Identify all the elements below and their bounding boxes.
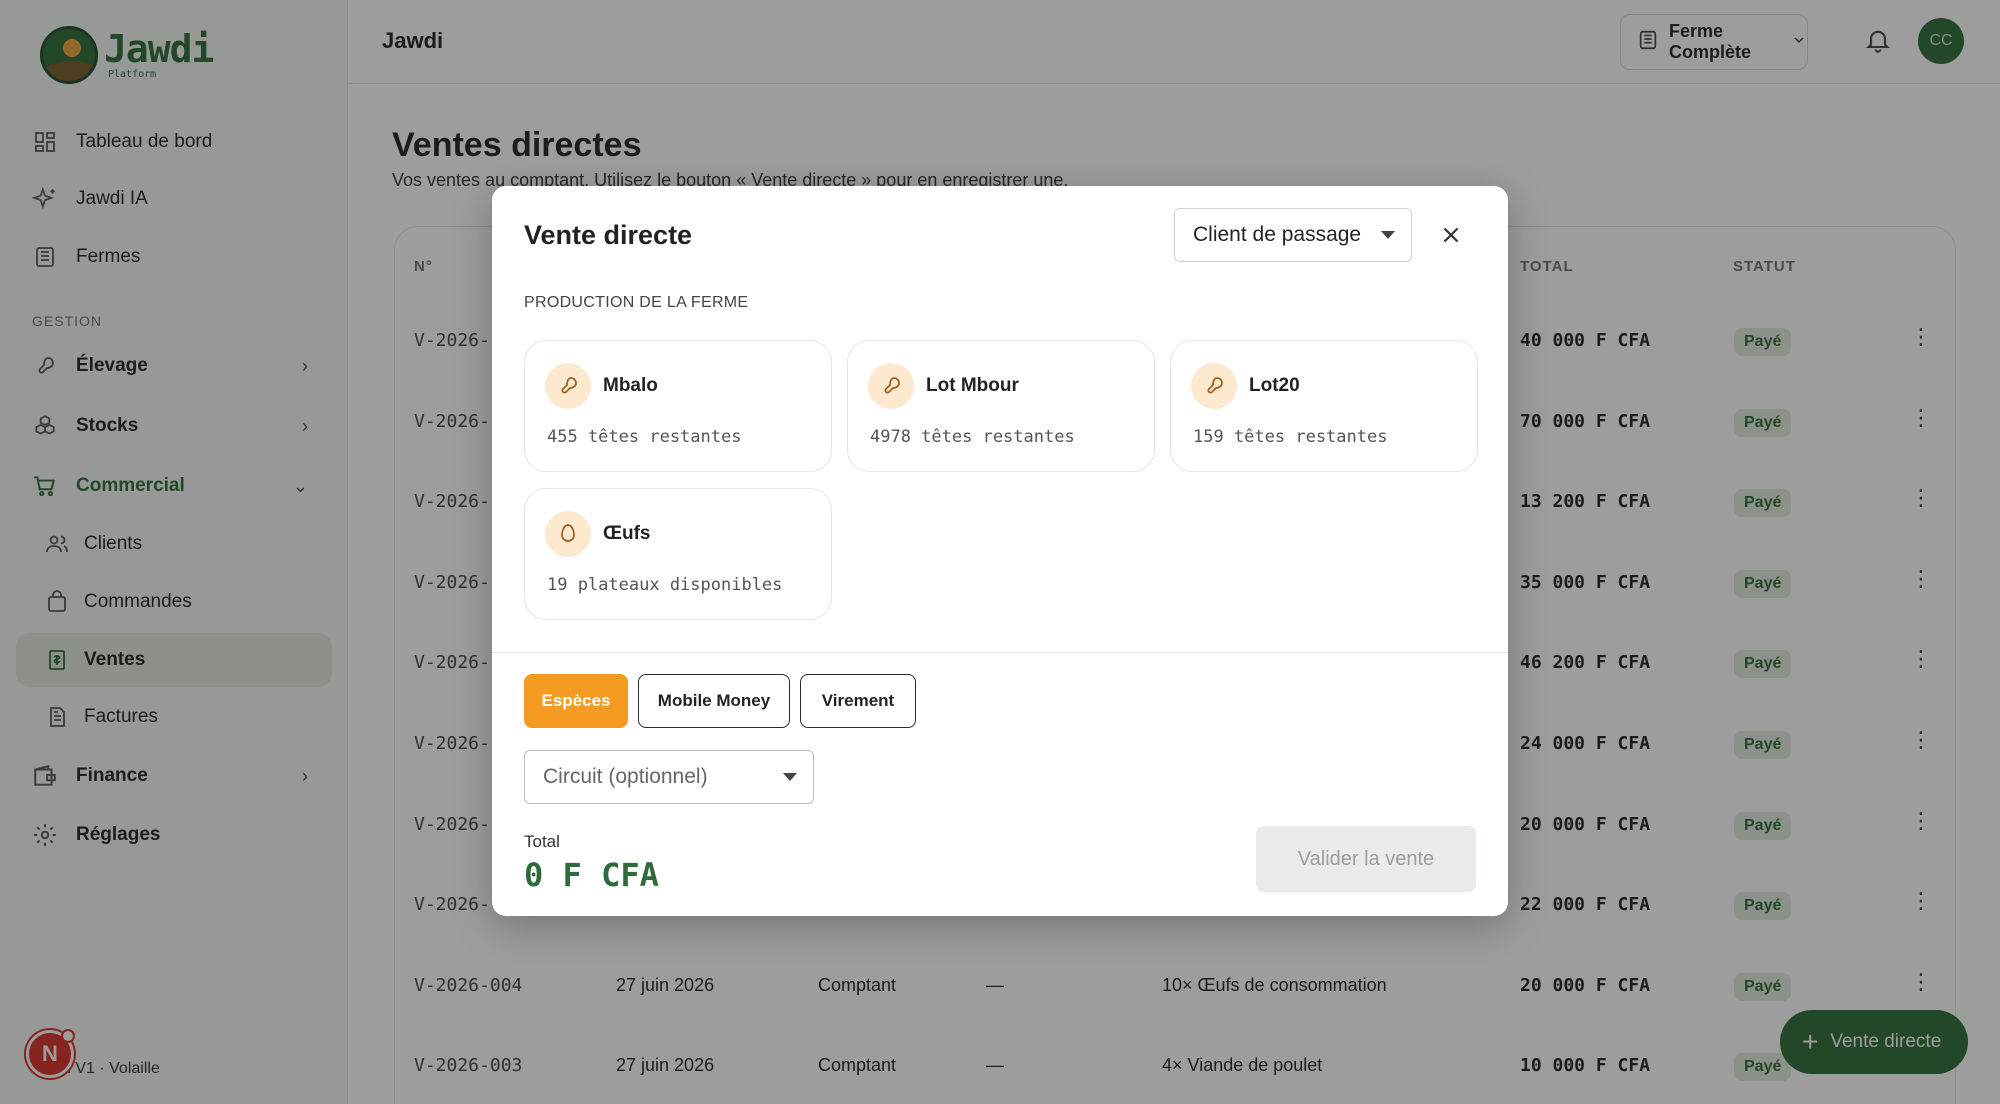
product-card-lot-mbour[interactable]: Lot Mbour 4978 têtes restantes xyxy=(847,340,1155,472)
client-select[interactable]: Client de passage xyxy=(1174,208,1412,262)
product-stock: 159 têtes restantes xyxy=(1193,427,1388,447)
circuit-select-placeholder: Circuit (optionnel) xyxy=(543,765,708,788)
product-card-mbalo[interactable]: Mbalo 455 têtes restantes xyxy=(524,340,832,472)
drumstick-icon xyxy=(545,363,591,409)
close-icon[interactable] xyxy=(1438,222,1464,248)
payment-virement-button[interactable]: Virement xyxy=(800,674,916,728)
drumstick-icon xyxy=(1191,363,1237,409)
circuit-select[interactable]: Circuit (optionnel) xyxy=(524,750,814,804)
dropdown-arrow-icon xyxy=(783,773,797,781)
product-stock: 4978 têtes restantes xyxy=(870,427,1075,447)
drumstick-icon xyxy=(868,363,914,409)
payment-mobile-money-button[interactable]: Mobile Money xyxy=(638,674,790,728)
modal-title: Vente directe xyxy=(524,220,693,250)
production-section-caption: PRODUCTION DE LA FERME xyxy=(524,294,749,311)
egg-icon xyxy=(545,511,591,557)
total-label: Total xyxy=(524,832,560,851)
total-value: 0 F CFA xyxy=(524,856,659,894)
product-name: Lot20 xyxy=(1249,375,1300,396)
validate-sale-button[interactable]: Valider la vente xyxy=(1256,826,1476,892)
payment-especes-button[interactable]: Espèces xyxy=(524,674,628,728)
dropdown-arrow-icon xyxy=(1381,231,1395,239)
product-card-oeufs[interactable]: Œufs 19 plateaux disponibles xyxy=(524,488,832,620)
product-stock: 19 plateaux disponibles xyxy=(547,575,783,595)
product-stock: 455 têtes restantes xyxy=(547,427,742,447)
modal-divider xyxy=(492,652,1508,653)
product-name: Œufs xyxy=(603,523,651,544)
product-card-lot20[interactable]: Lot20 159 têtes restantes xyxy=(1170,340,1478,472)
client-select-value: Client de passage xyxy=(1193,223,1362,246)
direct-sale-modal: Vente directe Client de passage PRODUCTI… xyxy=(492,186,1508,916)
product-name: Mbalo xyxy=(603,375,658,396)
product-name: Lot Mbour xyxy=(926,375,1019,396)
